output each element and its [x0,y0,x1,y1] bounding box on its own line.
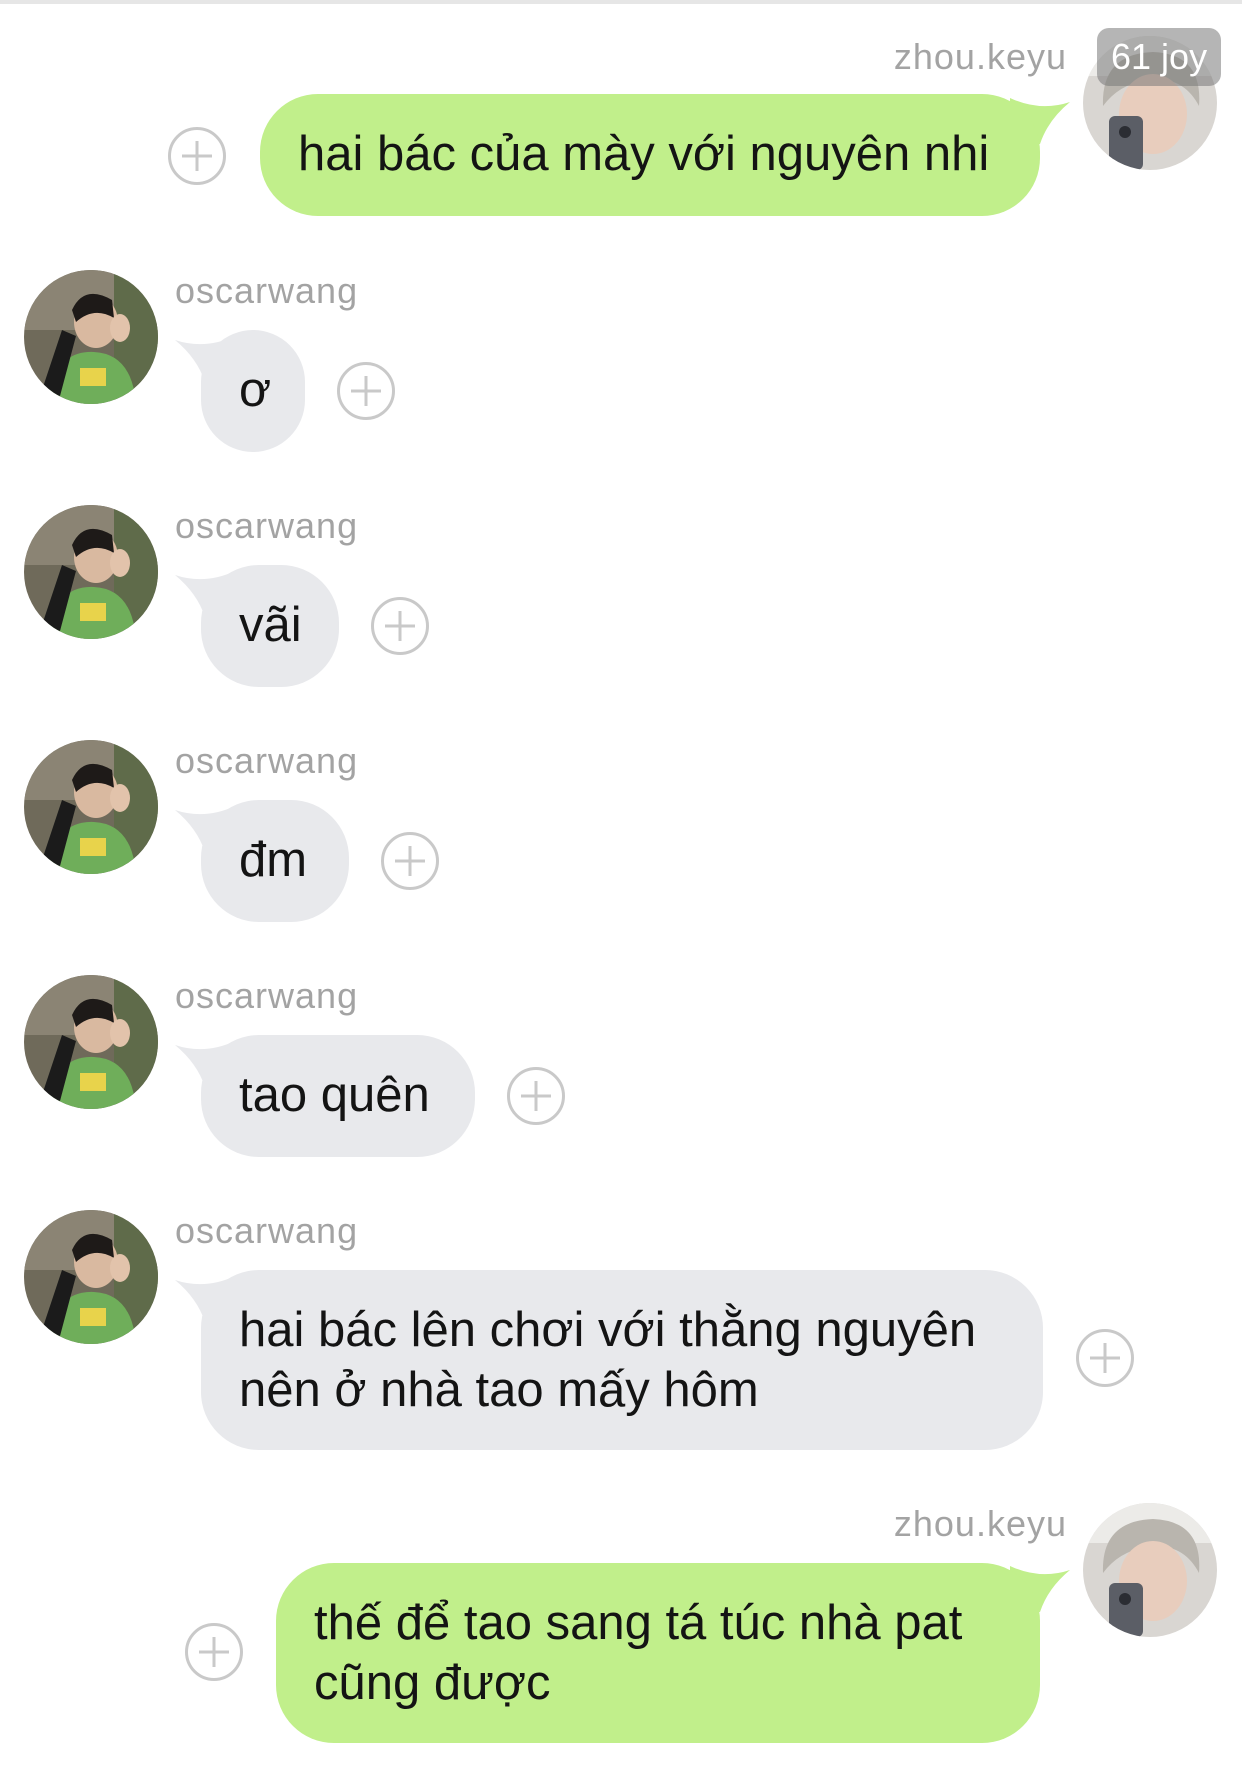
message-bubble[interactable]: hai bác lên chơi với thằng nguyên nên ở … [201,1270,1043,1450]
message-bubble[interactable]: tao quên [201,1035,475,1157]
top-divider [0,0,1242,4]
add-reaction-icon[interactable] [506,1066,566,1126]
message-bubble[interactable]: đm [201,800,349,922]
sender-name: zhou.keyu [893,1503,1067,1544]
add-reaction-icon[interactable] [184,1622,244,1682]
avatar[interactable] [24,975,158,1109]
sender-name: zhou.keyu [893,36,1067,77]
avatar[interactable] [1083,1503,1217,1637]
message-bubble[interactable]: thế để tao sang tá túc nhà pat cũng được [276,1563,1040,1743]
add-reaction-icon[interactable] [336,361,396,421]
overlay-badge: 61 joy [1097,28,1222,86]
sender-name: oscarwang [175,975,359,1016]
add-reaction-icon[interactable] [1075,1328,1135,1388]
avatar[interactable] [24,505,158,639]
sender-name: oscarwang [175,505,359,546]
avatar-photo [24,1210,158,1344]
add-reaction-icon[interactable] [167,126,227,186]
sender-name: oscarwang [175,1210,359,1251]
avatar-photo [1083,1503,1217,1637]
avatar-photo [24,505,158,639]
avatar[interactable] [24,740,158,874]
message-bubble[interactable]: ơ [201,330,305,452]
avatar[interactable] [24,270,158,404]
add-reaction-icon[interactable] [380,831,440,891]
avatar-photo [24,270,158,404]
sender-name: oscarwang [175,740,359,781]
message-bubble[interactable]: vãi [201,565,339,687]
avatar-photo [24,975,158,1109]
avatar[interactable] [24,1210,158,1344]
add-reaction-icon[interactable] [370,596,430,656]
message-bubble[interactable]: hai bác của mày với nguyên nhi [260,94,1040,216]
sender-name: oscarwang [175,270,359,311]
avatar-photo [24,740,158,874]
